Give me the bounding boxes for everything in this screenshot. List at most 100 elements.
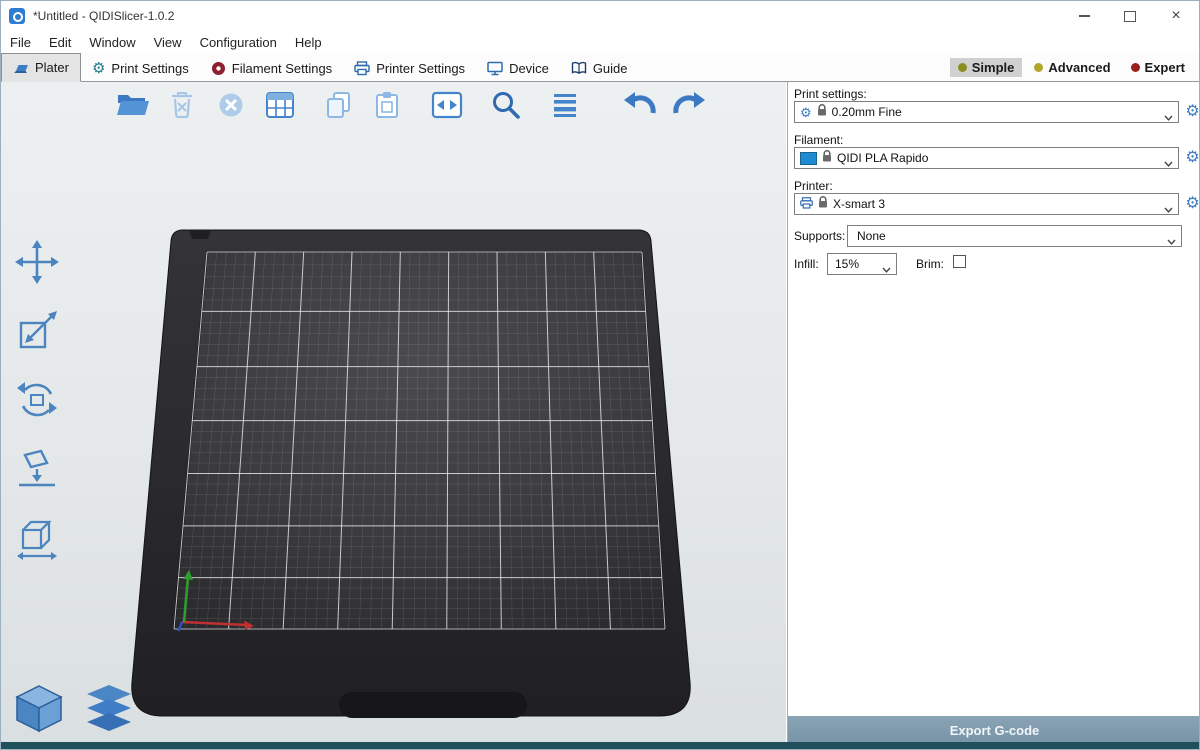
print-settings-combo[interactable]: ⚙ 0.20mm Fine — [794, 101, 1179, 123]
arrange-button[interactable] — [260, 86, 300, 124]
menu-edit[interactable]: Edit — [40, 35, 80, 50]
delete-all-button[interactable] — [211, 86, 251, 124]
printer-combo[interactable]: X-smart 3 — [794, 193, 1179, 215]
paste-button[interactable] — [368, 86, 408, 124]
bed-handle — [339, 692, 527, 718]
3d-editor-view-button[interactable] — [11, 680, 67, 736]
chevron-down-icon — [1164, 202, 1173, 216]
tab-label: Printer Settings — [376, 61, 465, 76]
tab-label: Plater — [35, 60, 69, 75]
chevron-down-icon — [882, 262, 891, 276]
tab-printer-settings[interactable]: Printer Settings — [343, 55, 476, 81]
chevron-down-icon — [1164, 110, 1173, 124]
tab-label: Device — [509, 61, 549, 76]
print-settings-label: Print settings: — [794, 87, 867, 101]
circle-x-icon — [212, 89, 250, 121]
scale-icon — [13, 307, 61, 355]
simple-mode-dot-icon — [958, 63, 967, 72]
plater-icon — [13, 61, 29, 75]
tab-guide[interactable]: Guide — [560, 55, 639, 81]
menu-configuration[interactable]: Configuration — [191, 35, 286, 50]
copy-button[interactable] — [319, 86, 359, 124]
mode-expert[interactable]: Expert — [1123, 58, 1193, 77]
maximize-button[interactable] — [1107, 1, 1153, 31]
viewport-toolbar — [113, 86, 709, 124]
edit-print-settings-button[interactable]: ⚙ — [1184, 103, 1200, 120]
search-button[interactable] — [486, 86, 526, 124]
brim-checkbox[interactable] — [953, 255, 966, 268]
preview-view-button[interactable] — [81, 680, 137, 736]
filament-color-swatch — [800, 152, 817, 165]
print-settings-value: 0.20mm Fine — [832, 105, 902, 119]
tab-label: Guide — [593, 61, 628, 76]
filament-spool-icon — [211, 61, 226, 76]
printer-label: Printer: — [794, 179, 833, 193]
rotate-button[interactable] — [9, 372, 65, 428]
mode-simple[interactable]: Simple — [950, 58, 1023, 77]
tab-plater[interactable]: Plater — [1, 53, 81, 82]
variable-layer-height-button[interactable] — [545, 86, 585, 124]
tab-filament-settings[interactable]: Filament Settings — [200, 55, 343, 81]
edit-printer-button[interactable]: ⚙ — [1184, 195, 1200, 212]
monitor-icon — [487, 61, 503, 76]
printer-icon — [800, 197, 813, 212]
filament-combo[interactable]: QIDI PLA Rapido — [794, 147, 1179, 169]
place-on-face-button[interactable] — [9, 441, 65, 497]
viewport-3d[interactable] — [1, 82, 786, 744]
chevron-down-icon — [1167, 234, 1176, 248]
export-gcode-button[interactable]: Export G-code — [788, 716, 1200, 744]
printer-icon — [354, 61, 370, 76]
minimize-button[interactable] — [1061, 1, 1107, 31]
place-on-face-icon — [13, 445, 61, 493]
trash-icon — [163, 89, 201, 121]
cube-size-icon — [13, 514, 61, 562]
undo-button[interactable] — [620, 86, 660, 124]
advanced-mode-dot-icon — [1034, 63, 1043, 72]
printer-value: X-smart 3 — [833, 197, 885, 211]
cube-3d-icon — [12, 681, 66, 735]
brim-label: Brim: — [916, 257, 944, 271]
window-title: *Untitled - QIDISlicer-1.0.2 — [33, 9, 174, 23]
arrange-grid-icon — [261, 89, 299, 121]
edit-filament-button[interactable]: ⚙ — [1184, 149, 1200, 166]
rotate-arrows-icon — [13, 376, 61, 424]
tab-print-settings[interactable]: ⚙ Print Settings — [81, 55, 200, 81]
tab-label: Filament Settings — [232, 61, 332, 76]
search-icon — [487, 89, 525, 121]
delete-button[interactable] — [162, 86, 202, 124]
expert-mode-dot-icon — [1131, 63, 1140, 72]
lock-icon — [817, 104, 827, 120]
split-arrows-icon — [428, 89, 466, 121]
supports-value: None — [857, 229, 886, 243]
open-file-button[interactable] — [113, 86, 153, 124]
print-bed-surface — [174, 252, 665, 629]
redo-button[interactable] — [669, 86, 709, 124]
scale-button[interactable] — [9, 303, 65, 359]
menu-bar: File Edit Window View Configuration Help — [1, 31, 1199, 53]
undo-arrow-icon — [620, 89, 660, 121]
split-button[interactable] — [427, 86, 467, 124]
size-button[interactable] — [9, 510, 65, 566]
filament-value: QIDI PLA Rapido — [837, 151, 928, 165]
title-bar: *Untitled - QIDISlicer-1.0.2 × — [1, 1, 1199, 31]
menu-view[interactable]: View — [145, 35, 191, 50]
menu-help[interactable]: Help — [286, 35, 331, 50]
menu-window[interactable]: Window — [80, 35, 144, 50]
supports-combo[interactable]: None — [847, 225, 1182, 247]
infill-combo[interactable]: 15% — [827, 253, 897, 275]
print-bed-scene[interactable] — [1, 82, 786, 744]
gear-icon: ⚙ — [92, 61, 105, 76]
tab-device[interactable]: Device — [476, 55, 560, 81]
infill-label: Infill: — [794, 257, 819, 271]
app-logo-icon — [9, 8, 25, 24]
settings-sidebar: Print settings: ⚙ 0.20mm Fine ⚙ Filament… — [787, 82, 1200, 744]
move-button[interactable] — [9, 234, 65, 290]
supports-label: Supports: — [794, 229, 845, 243]
mode-label: Advanced — [1048, 60, 1110, 75]
close-button[interactable]: × — [1153, 1, 1199, 31]
object-manipulation-toolbar — [9, 234, 65, 566]
mode-advanced[interactable]: Advanced — [1026, 58, 1118, 77]
lock-icon — [818, 196, 828, 212]
gear-icon: ⚙ — [1185, 103, 1199, 120]
menu-file[interactable]: File — [1, 35, 40, 50]
